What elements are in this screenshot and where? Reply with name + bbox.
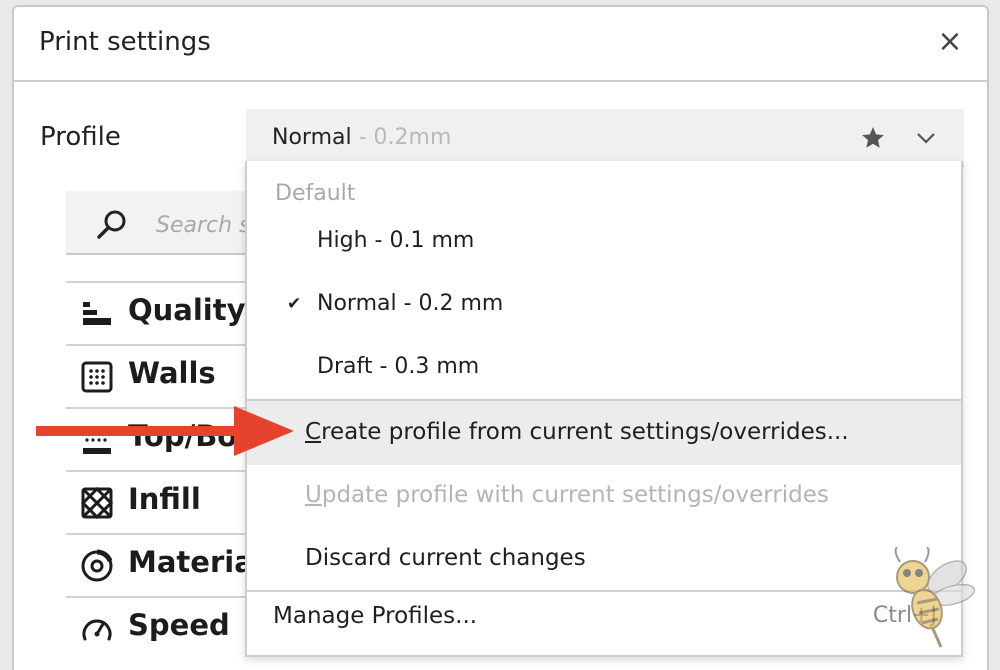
quality-icon [83,302,111,325]
mnemonic-letter: U [305,482,322,508]
category-material[interactable]: Material [66,533,266,596]
menu-item-label-rest: reate profile from current settings/over… [321,419,849,445]
material-icon [81,549,113,582]
category-quality[interactable]: Quality [66,281,266,344]
settings-category-list: Quality Walls Top/Bot Infill [66,281,266,659]
menu-item-label: Update profile with current settings/ove… [305,482,829,508]
menu-item-label-rest: pdate profile with current settings/over… [321,482,829,508]
profile-selected-name: Normal [272,125,352,150]
profile-selected-suffix: - 0.2mm [351,125,452,150]
menu-item-profile-normal[interactable]: ✔ Normal - 0.2 mm [247,274,961,334]
menu-item-profile-high[interactable]: High - 0.1 mm [247,211,961,271]
panel-title: Print settings [39,27,211,57]
category-label: Speed [128,608,230,642]
speed-icon [82,619,112,641]
infill-icon [80,486,114,520]
search-input[interactable]: Search s [66,191,266,255]
menu-item-label: Draft - 0.3 mm [317,354,480,379]
category-walls[interactable]: Walls [66,344,266,407]
category-speed[interactable]: Speed [66,596,266,659]
menu-item-label: Create profile from current settings/ove… [305,419,849,445]
category-label: Infill [128,482,201,516]
profile-dropdown[interactable]: Normal - 0.2mm [246,109,964,167]
check-icon: ✔ [287,294,302,314]
chevron-down-icon[interactable] [915,128,937,148]
menu-item-manage-profiles[interactable]: Manage Profiles... Ctrl+J [247,585,961,649]
profile-label: Profile [40,122,121,152]
menu-item-label: Normal - 0.2 mm [317,291,504,316]
close-button[interactable]: × [935,27,965,57]
search-icon [97,210,126,239]
mnemonic-letter: C [305,419,322,445]
menu-item-create-profile[interactable]: Create profile from current settings/ove… [247,401,961,465]
search-placeholder: Search s [156,213,251,238]
menu-item-label: High - 0.1 mm [317,228,475,253]
profile-selected-value: Normal - 0.2mm [272,125,451,150]
wasp-logo-icon [894,547,976,648]
category-label: Material [128,545,264,579]
annotation-arrow-icon [36,406,294,456]
star-icon[interactable] [860,125,886,151]
panel-header: Print settings × [14,7,987,82]
menu-item-discard-changes[interactable]: Discard current changes [247,527,961,591]
menu-item-label: Manage Profiles... [273,603,478,629]
category-label: Walls [128,356,216,390]
menu-item-update-profile: Update profile with current settings/ove… [247,464,961,528]
category-infill[interactable]: Infill [66,470,266,533]
menu-item-profile-draft[interactable]: Draft - 0.3 mm [247,337,961,397]
category-label: Quality [128,293,246,327]
profile-dropdown-menu: Default High - 0.1 mm ✔ Normal - 0.2 mm … [245,161,963,657]
walls-icon [81,361,113,393]
menu-section-default: Default [275,181,356,206]
menu-item-label: Discard current changes [305,545,586,571]
